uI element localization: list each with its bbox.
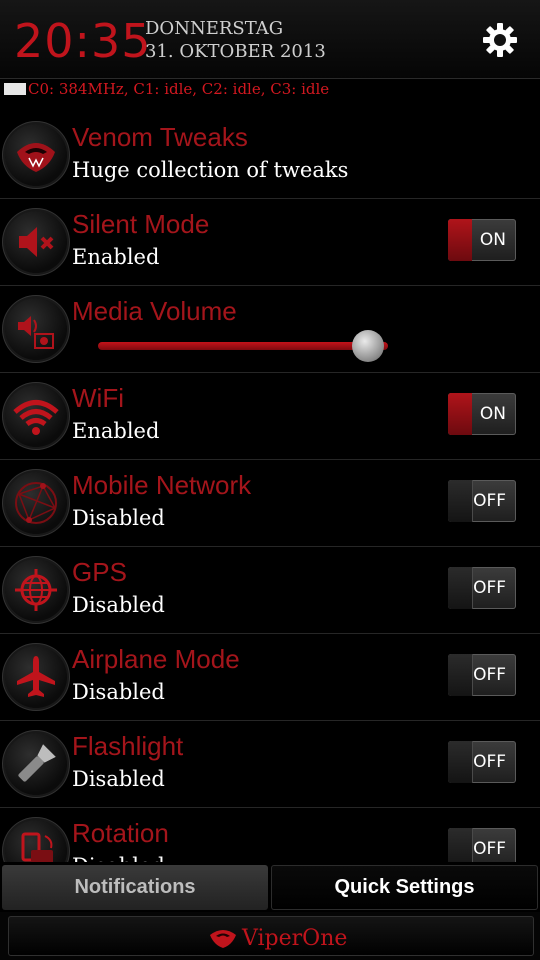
list-item-gps[interactable]: GPS Disabled OFF	[0, 547, 540, 634]
row-subtitle: Enabled	[72, 245, 160, 269]
media-volume-slider-track[interactable]	[98, 342, 388, 350]
row-title: Mobile Network	[72, 470, 252, 500]
clock: 20:35	[14, 14, 152, 68]
toggle-label: ON	[479, 404, 506, 424]
toggle-label: ON	[479, 230, 506, 250]
list-item-silent-mode[interactable]: Silent Mode Enabled ON	[0, 199, 540, 286]
wifi-toggle[interactable]: ON	[448, 393, 516, 435]
rotation-toggle[interactable]: OFF	[448, 828, 516, 862]
gps-toggle[interactable]: OFF	[448, 567, 516, 609]
toggle-knob	[448, 654, 473, 696]
gps-globe-icon	[5, 559, 67, 621]
toggle-label: OFF	[473, 839, 506, 859]
tab-notifications[interactable]: Notifications	[2, 865, 268, 910]
list-item-venom-tweaks[interactable]: Venom Tweaks Huge collection of tweaks	[0, 112, 540, 199]
weekday-label: DONNERSTAG	[145, 18, 284, 39]
toggle-knob	[448, 480, 473, 522]
row-subtitle: Disabled	[72, 593, 165, 617]
speaker-muted-icon	[5, 211, 67, 273]
footer-bar: ViperOne	[8, 916, 534, 956]
flashlight-toggle[interactable]: OFF	[448, 741, 516, 783]
row-title: Media Volume	[72, 296, 237, 326]
brand: ViperOne	[208, 926, 347, 951]
list-item-airplane-mode[interactable]: Airplane Mode Disabled OFF	[0, 634, 540, 721]
toggle-knob	[448, 393, 472, 435]
tab-bar: Notifications Quick Settings	[0, 862, 540, 912]
toggle-knob	[448, 741, 473, 783]
list-item-mobile-network[interactable]: Mobile Network Disabled OFF	[0, 460, 540, 547]
toggle-label: OFF	[473, 665, 506, 685]
brand-label: ViperOne	[242, 926, 348, 951]
list-item-flashlight[interactable]: Flashlight Disabled OFF	[0, 721, 540, 808]
list-item-media-volume: Media Volume	[0, 286, 540, 373]
status-header: 20:35 DONNERSTAG 31. OKTOBER 2013	[0, 0, 540, 79]
silent-mode-toggle[interactable]: ON	[448, 219, 516, 261]
airplane-mode-toggle[interactable]: OFF	[448, 654, 516, 696]
flashlight-icon	[5, 733, 67, 795]
list-item-rotation[interactable]: Rotation Disabled OFF	[0, 808, 540, 862]
viper-logo-icon	[210, 930, 236, 948]
toggle-knob	[448, 567, 473, 609]
row-subtitle: Disabled	[72, 767, 165, 791]
row-title: Rotation	[72, 818, 169, 848]
date-label: 31. OKTOBER 2013	[145, 41, 326, 62]
row-title: Venom Tweaks	[72, 122, 248, 152]
cpu-chip-icon	[4, 83, 26, 95]
mobile-network-toggle[interactable]: OFF	[448, 480, 516, 522]
row-title: Silent Mode	[72, 209, 210, 239]
media-volume-slider-thumb[interactable]	[351, 330, 384, 362]
toggle-label: OFF	[473, 491, 506, 511]
airplane-icon	[5, 646, 67, 708]
row-subtitle: Disabled	[72, 506, 165, 530]
row-subtitle: Huge collection of tweaks	[72, 158, 349, 182]
row-subtitle: Enabled	[72, 419, 160, 443]
mobile-network-icon	[5, 472, 67, 534]
row-title: Flashlight	[72, 731, 184, 761]
toggle-label: OFF	[473, 752, 506, 772]
tab-quick-settings[interactable]: Quick Settings	[271, 865, 538, 910]
footer: ViperOne	[0, 912, 540, 960]
toggle-knob	[448, 828, 473, 862]
media-speaker-icon	[5, 298, 67, 360]
list-item-wifi[interactable]: WiFi Enabled ON	[0, 373, 540, 460]
rotation-icon	[5, 820, 67, 862]
row-title: Airplane Mode	[72, 644, 240, 674]
toggle-label: OFF	[473, 578, 506, 598]
cpu-status-text: C0: 384MHz, C1: idle, C2: idle, C3: idle	[28, 80, 330, 98]
row-title: GPS	[72, 557, 127, 587]
gear-icon[interactable]	[480, 20, 520, 60]
venom-snake-icon	[5, 124, 67, 186]
row-subtitle: Disabled	[72, 680, 165, 704]
row-title: WiFi	[72, 383, 124, 413]
wifi-icon	[5, 385, 67, 447]
cpu-status-line: C0: 384MHz, C1: idle, C2: idle, C3: idle	[4, 80, 329, 102]
row-subtitle: Disabled	[72, 854, 165, 862]
toggle-knob	[448, 219, 472, 261]
